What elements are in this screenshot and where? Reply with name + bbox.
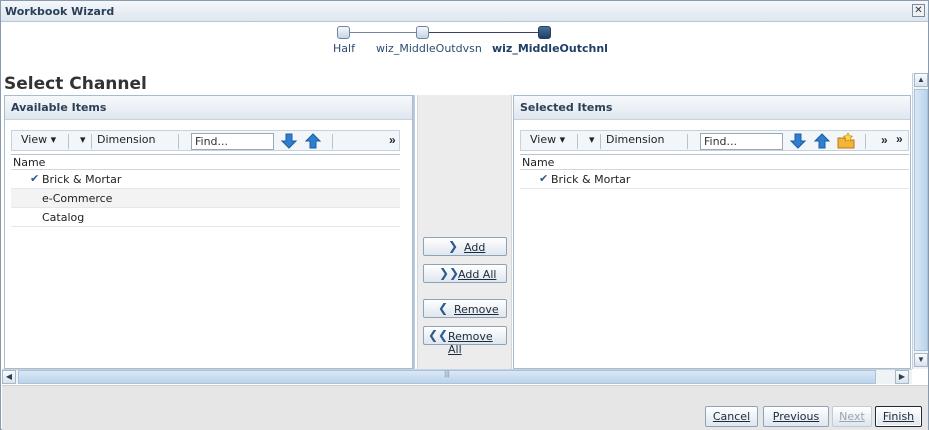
view-menu[interactable]: View ▾: [21, 133, 56, 146]
star-folder-icon[interactable]: [837, 132, 855, 150]
scroll-right-icon[interactable]: ▶: [895, 370, 909, 384]
table-row[interactable]: ✔ Brick & Mortar: [520, 170, 909, 189]
down-arrow-icon[interactable]: [280, 132, 298, 150]
dimension-button[interactable]: Dimension: [97, 133, 155, 146]
add-button[interactable]: ❯ Add: [423, 237, 507, 256]
toolbar-separator: [68, 134, 69, 149]
double-chevron-left-icon: ❮❮: [428, 328, 449, 342]
train-label-middleoutchnl: wiz_MiddleOutchnl: [492, 42, 608, 55]
toolbar-overflow-button[interactable]: »: [389, 133, 396, 147]
train-label-half[interactable]: Half: [333, 42, 355, 55]
horizontal-scrollbar[interactable]: ◀ ||| ▶: [2, 369, 912, 384]
train-connector: [429, 32, 539, 33]
vertical-scrollbar[interactable]: ▲ ▼: [912, 73, 928, 369]
table-row[interactable]: e-Commerce: [11, 189, 400, 208]
selected-toolbar: View ▾ ▾ Dimension Find... »: [520, 130, 909, 151]
train-connector: [349, 32, 417, 33]
row-label: Brick & Mortar: [551, 173, 631, 186]
finish-button[interactable]: Finish: [875, 406, 922, 427]
find-input[interactable]: Find...: [191, 133, 274, 150]
train-stop-half[interactable]: [337, 26, 350, 39]
previous-button[interactable]: Previous: [763, 406, 829, 427]
available-items-table: Name ✔ Brick & Mortar e-Commerce Catalog: [11, 154, 400, 227]
available-items-header: Available Items: [5, 96, 412, 120]
available-items-panel: Available Items View ▾ ▾ Dimension Find.…: [4, 95, 413, 369]
table-row[interactable]: ✔ Brick & Mortar: [11, 170, 400, 189]
toolbar-overflow-button[interactable]: »: [881, 133, 888, 147]
scroll-thumb[interactable]: |||: [18, 370, 876, 384]
selected-items-panel: Selected Items View ▾ ▾ Dimension Find..…: [513, 95, 911, 369]
selected-items-header: Selected Items: [514, 96, 910, 120]
train-stop-middleoutdvsn[interactable]: [416, 26, 429, 39]
toolbar-separator: [577, 134, 578, 149]
cancel-button[interactable]: Cancel: [705, 406, 758, 427]
close-button[interactable]: ✕: [912, 4, 925, 17]
chevron-right-icon: ❯: [448, 239, 459, 253]
selected-items-table: Name ✔ Brick & Mortar: [520, 154, 909, 189]
train-stop-middleoutchnl: [538, 26, 551, 39]
remove-button[interactable]: ❮ Remove: [423, 299, 507, 318]
dimension-dropdown-icon[interactable]: ▾: [589, 133, 595, 146]
train-label-middleoutdvsn[interactable]: wiz_MiddleOutdvsn: [376, 42, 482, 55]
up-arrow-icon[interactable]: [813, 132, 831, 150]
wizard-train: Half wiz_MiddleOutdvsn wiz_MiddleOutchnl: [1, 23, 928, 67]
toolbar-separator: [332, 134, 333, 149]
check-icon: ✔: [539, 172, 549, 185]
view-menu[interactable]: View ▾: [530, 133, 565, 146]
find-input[interactable]: Find...: [700, 133, 783, 150]
scroll-left-icon[interactable]: ◀: [2, 370, 16, 384]
scroll-up-icon[interactable]: ▲: [914, 73, 928, 87]
dialog-title: Workbook Wizard: [5, 5, 115, 18]
row-label: e-Commerce: [42, 192, 113, 205]
available-toolbar: View ▾ ▾ Dimension Find... »: [11, 130, 400, 151]
double-chevron-right-icon: ❯❯: [439, 266, 460, 280]
dimension-dropdown-icon[interactable]: ▾: [80, 133, 86, 146]
workbook-wizard-dialog: Workbook Wizard ✕ Half wiz_MiddleOutdvsn…: [0, 0, 929, 430]
row-label: Catalog: [42, 211, 85, 224]
footer-bar: Cancel Previous Next Finish: [2, 385, 928, 430]
next-button[interactable]: Next: [832, 406, 872, 427]
check-icon: ✔: [30, 172, 40, 185]
remove-all-button[interactable]: ❮❮ Remove All: [423, 326, 507, 356]
panel-overflow-button[interactable]: »: [896, 132, 903, 146]
toolbar-separator: [178, 134, 179, 149]
add-all-button[interactable]: ❯❯ Add All: [423, 264, 507, 283]
scroll-down-icon[interactable]: ▼: [914, 353, 928, 367]
toolbar-separator: [865, 134, 866, 149]
chevron-left-icon: ❮: [438, 301, 449, 315]
dimension-button[interactable]: Dimension: [606, 133, 664, 146]
toolbar-separator: [687, 134, 688, 149]
up-arrow-icon[interactable]: [304, 132, 322, 150]
column-header-name[interactable]: Name: [520, 154, 909, 170]
row-label: Brick & Mortar: [42, 173, 122, 186]
toolbar-separator: [600, 134, 601, 149]
down-arrow-icon[interactable]: [789, 132, 807, 150]
page-title: Select Channel: [4, 74, 147, 94]
toolbar-separator: [91, 134, 92, 149]
column-header-name[interactable]: Name: [11, 154, 400, 170]
title-bar: Workbook Wizard ✕: [1, 1, 928, 22]
table-row[interactable]: Catalog: [11, 208, 400, 227]
scroll-thumb[interactable]: [914, 89, 928, 351]
